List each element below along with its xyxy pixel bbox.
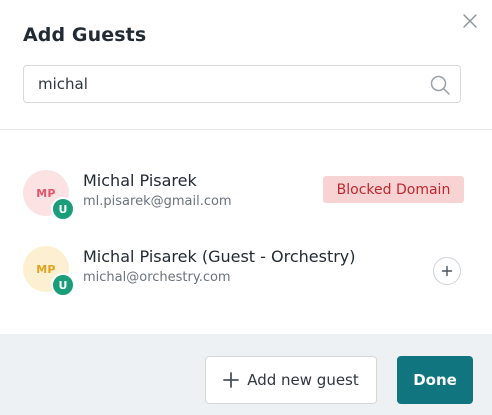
add-new-guest-label: Add new guest <box>247 371 359 389</box>
search-input[interactable] <box>38 66 418 102</box>
plus-icon <box>223 372 240 388</box>
add-guest-button[interactable] <box>433 257 461 285</box>
add-guests-dialog: Add Guests MP U Michal Pisarek ml.pisare… <box>0 0 492 415</box>
blocked-domain-badge: Blocked Domain <box>323 176 464 203</box>
search-icon[interactable] <box>429 74 451 96</box>
plus-icon <box>441 265 453 277</box>
divider <box>0 129 492 130</box>
close-button[interactable] <box>461 12 479 30</box>
user-type-badge: U <box>51 197 75 221</box>
guest-row: MP U Michal Pisarek ml.pisarek@gmail.com… <box>0 165 492 221</box>
search-field <box>23 65 461 103</box>
dialog-footer: Add new guest Done <box>0 334 492 415</box>
guest-name: Michal Pisarek (Guest - Orchestry) <box>83 247 356 266</box>
guest-email: michal@orchestry.com <box>83 270 231 285</box>
guest-row: MP U Michal Pisarek (Guest - Orchestry) … <box>0 241 492 297</box>
guest-name: Michal Pisarek <box>83 171 197 190</box>
close-icon <box>463 14 477 28</box>
user-type-badge: U <box>51 273 75 297</box>
done-button[interactable]: Done <box>397 356 473 404</box>
guest-email: ml.pisarek@gmail.com <box>83 194 232 209</box>
dialog-title: Add Guests <box>23 24 147 46</box>
add-new-guest-button[interactable]: Add new guest <box>205 356 377 404</box>
